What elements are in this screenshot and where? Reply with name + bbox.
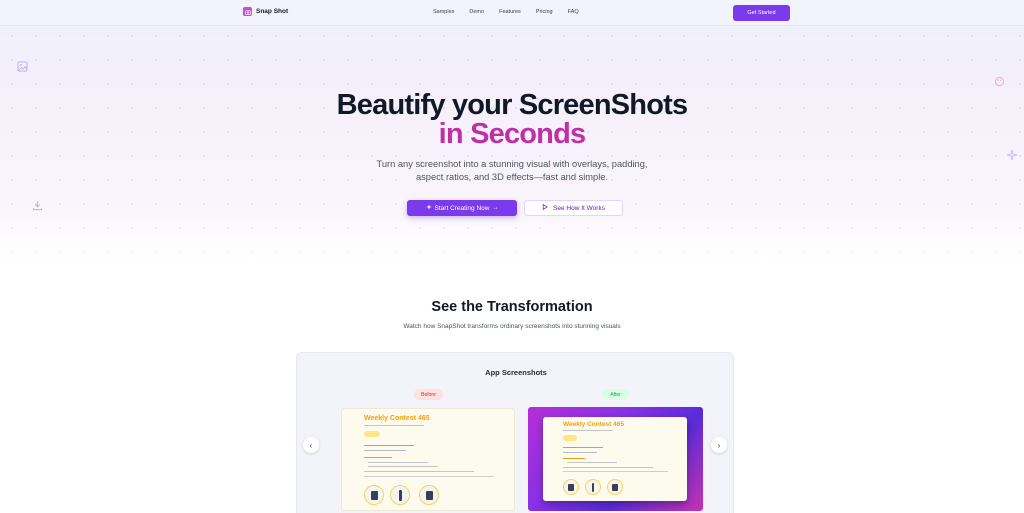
nav-link-features[interactable]: Features xyxy=(499,9,521,15)
transformation-card: App Screenshots Before After ‹ › Weekly … xyxy=(296,352,734,513)
brand-name: Snap Shot xyxy=(256,8,289,15)
card-title: App Screenshots xyxy=(485,368,547,377)
hero-title-highlight: in Seconds xyxy=(438,118,587,150)
get-started-button[interactable]: Get Started xyxy=(733,5,790,21)
play-icon xyxy=(542,203,548,212)
carousel-prev-button[interactable]: ‹ xyxy=(303,437,319,453)
download-icon xyxy=(32,198,43,216)
sparkle-icon xyxy=(425,204,432,212)
camera-icon xyxy=(243,7,252,16)
top-navbar: Snap Shot Samples Demo Features Pricing … xyxy=(0,0,1024,26)
after-screenshot: Weekly Contest 465 xyxy=(528,407,703,511)
chevron-right-icon: › xyxy=(717,440,721,450)
section-subtitle: Watch how SnapShot transforms ordinary s… xyxy=(403,323,621,330)
sample-title-after: Weekly Contest 465 xyxy=(563,421,624,428)
start-creating-button[interactable]: Start Creating Now → xyxy=(407,200,517,216)
see-how-it-works-button[interactable]: See How It Works xyxy=(524,200,623,216)
carousel-next-button[interactable]: › xyxy=(711,437,727,453)
nav-links: Samples Demo Features Pricing FAQ xyxy=(433,9,579,15)
nav-link-faq[interactable]: FAQ xyxy=(568,9,579,15)
nav-link-demo[interactable]: Demo xyxy=(469,9,484,15)
section-title: See the Transformation xyxy=(431,299,593,315)
before-screenshot: Weekly Contest 465 xyxy=(341,408,515,511)
image-icon xyxy=(17,59,28,77)
sample-title-before: Weekly Contest 465 xyxy=(364,415,430,422)
chevron-left-icon: ‹ xyxy=(309,440,313,450)
after-screenshot-inner: Weekly Contest 465 xyxy=(543,417,687,501)
nav-link-pricing[interactable]: Pricing xyxy=(536,9,553,15)
nav-link-samples[interactable]: Samples xyxy=(433,9,454,15)
after-badge: After xyxy=(602,389,629,400)
see-how-it-works-label: See How It Works xyxy=(553,204,605,212)
arrow-right-icon: → xyxy=(492,205,499,211)
brand-logo[interactable]: Snap Shot xyxy=(243,7,288,16)
hero-subtitle: Turn any screenshot into a stunning visu… xyxy=(376,159,648,182)
before-badge: Before xyxy=(414,389,443,400)
start-creating-label: Start Creating Now xyxy=(434,204,490,212)
